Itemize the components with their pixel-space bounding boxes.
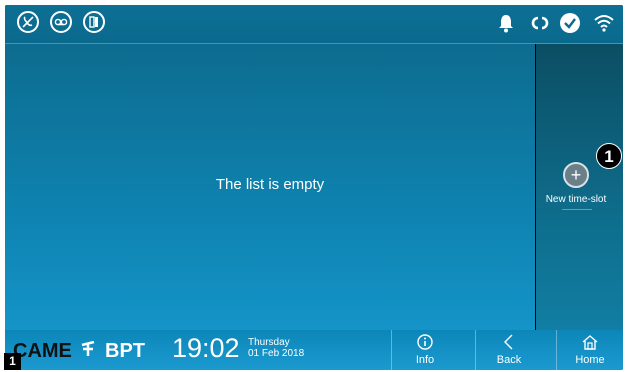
- check-icon: [560, 13, 580, 38]
- link-icon: [529, 15, 551, 36]
- clock-time: 19:02: [172, 333, 240, 363]
- clock-date: Thursday 01 Feb 2018: [248, 337, 304, 359]
- bell-icon: [498, 13, 514, 38]
- brand-came: CAME: [13, 340, 72, 362]
- info-button[interactable]: Info: [391, 330, 458, 370]
- back-label: Back: [496, 354, 522, 366]
- date-text: 01 Feb 2018: [248, 348, 305, 359]
- brand-logo: CAME BPT: [13, 340, 145, 363]
- home-button[interactable]: Home: [556, 330, 623, 370]
- voicemail-icon[interactable]: [50, 11, 72, 33]
- wifi-icon: [594, 14, 614, 37]
- home-label: Home: [575, 354, 605, 366]
- figure-number-label: 1: [4, 353, 21, 370]
- info-icon: [392, 334, 458, 352]
- weekday-text: Thursday: [248, 337, 290, 348]
- callout-marker: 1: [596, 143, 622, 169]
- back-button[interactable]: Back: [475, 330, 542, 370]
- divider: [562, 209, 592, 210]
- mute-icon[interactable]: [17, 11, 39, 33]
- home-icon: [557, 334, 623, 352]
- empty-list-message: The list is empty: [215, 176, 325, 193]
- top-status-bar: [5, 5, 623, 44]
- new-time-slot-button[interactable]: +: [563, 162, 589, 188]
- info-label: Info: [415, 354, 435, 366]
- door-status-icon[interactable]: [83, 11, 105, 33]
- back-icon: [476, 334, 542, 352]
- brand-symbol-icon: [81, 340, 95, 363]
- new-time-slot-label[interactable]: New time-slot: [541, 194, 611, 205]
- brand-bpt: BPT: [105, 340, 146, 362]
